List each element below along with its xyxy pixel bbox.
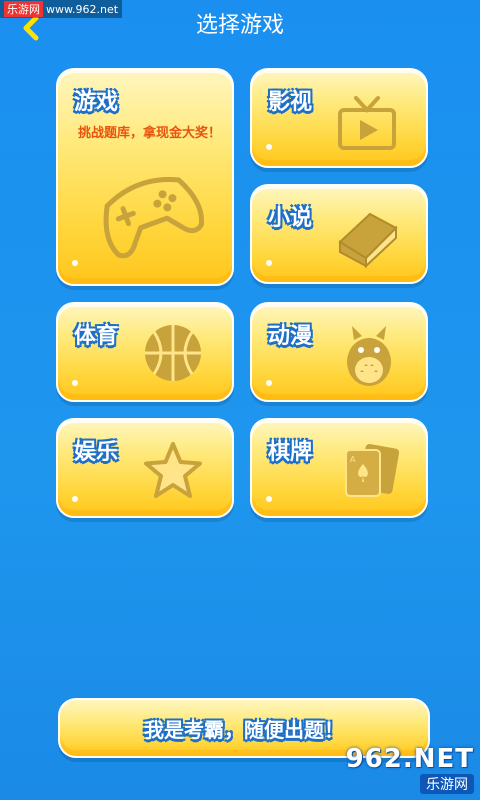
category-card-film[interactable]: 影视	[250, 68, 428, 168]
category-subtitle: 挑战题库，拿现金大奖！	[78, 126, 222, 141]
category-label: 棋牌	[268, 440, 313, 465]
category-card-entertainment[interactable]: 娱乐	[56, 418, 234, 518]
bottom-watermark: 962.NET 乐游网	[346, 744, 474, 794]
watermark-logo: 962.NET	[345, 744, 474, 774]
category-label: 体育	[74, 324, 119, 349]
watermark-brand: 乐游网	[4, 1, 43, 17]
playing-cards-icon: A	[345, 444, 400, 497]
category-label: 游戏	[74, 90, 119, 115]
totoro-icon	[347, 326, 391, 386]
category-label: 小说	[268, 206, 313, 231]
category-card-sports[interactable]: 体育	[56, 302, 234, 402]
watermark-brand-bottom: 乐游网	[420, 774, 474, 794]
basketball-icon	[145, 325, 201, 381]
category-card-chess[interactable]: 棋牌 A	[250, 418, 428, 518]
book-icon	[338, 212, 398, 268]
star-icon	[144, 442, 202, 498]
category-card-games[interactable]: 游戏 挑战题库，拿现金大奖！	[56, 68, 234, 286]
category-label: 影视	[268, 90, 313, 115]
gamepad-icon	[103, 176, 205, 259]
category-card-novel[interactable]: 小说	[250, 184, 428, 284]
random-question-label: 我是考霸，随便出题！	[144, 717, 344, 742]
top-watermark: 乐游网 www.962.net	[0, 0, 123, 18]
svg-text:A: A	[350, 455, 356, 464]
category-label: 娱乐	[74, 440, 119, 465]
watermark-url: www.962.net	[46, 2, 119, 16]
tv-icon	[338, 96, 396, 150]
category-card-anime[interactable]: 动漫	[250, 302, 428, 402]
category-label: 动漫	[268, 324, 313, 349]
